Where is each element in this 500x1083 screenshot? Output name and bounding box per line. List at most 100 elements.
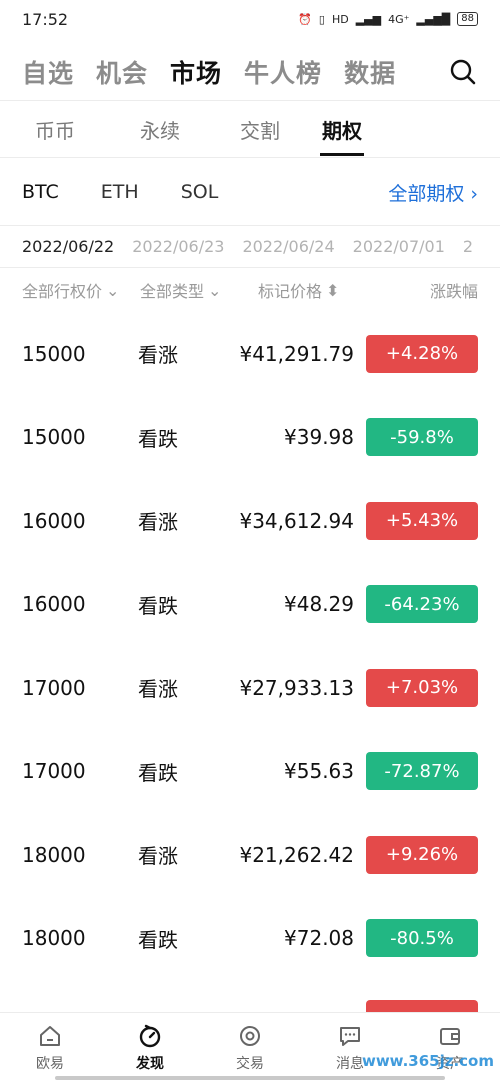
tab-market[interactable]: 市场 [170, 54, 222, 90]
home-icon [40, 1026, 60, 1046]
subtab-options[interactable]: 期权 [320, 100, 364, 158]
mark-price: ¥41,291.79 [239, 341, 354, 366]
option-type: 看涨 [138, 677, 178, 702]
coin-sol[interactable]: SOL [181, 181, 219, 203]
bottom-nav: 欧易 发现 交易 消息 资产 [0, 1012, 500, 1083]
top-nav: 自选 机会 市场 牛人榜 数据 [0, 44, 500, 100]
status-icons: ⏰ ▯ HD ▂▄▆ 4G⁺ ▂▄▆█ 88 [298, 12, 478, 26]
mark-price: ¥21,262.42 [239, 842, 354, 867]
strike-price: 17000 [22, 675, 86, 700]
change-badge: +5.43% [366, 501, 478, 540]
discover-icon [139, 1024, 161, 1048]
list-item[interactable]: 16000 看涨 ¥34,612.94 +5.43% [0, 479, 500, 563]
sort-change-label: 涨跌幅 [429, 282, 478, 301]
change-badge: -80.5% [366, 919, 478, 958]
change-badge: -72.87% [366, 752, 478, 791]
strike-price: 15000 [22, 425, 86, 450]
strike-price: 18000 [22, 842, 86, 867]
mark-price: ¥48.29 [284, 592, 354, 617]
network-label: 4G⁺ [388, 12, 410, 26]
battery-icon: 88 [457, 12, 478, 26]
option-type: 看涨 [138, 343, 178, 368]
sub-tabs: 币币 永续 交割 期权 [0, 100, 500, 158]
tab-data[interactable]: 数据 [344, 54, 396, 90]
nav-label: 发现 [136, 1056, 164, 1072]
filter-row: 全部行权价 ⌄ 全部类型 ⌄ 标记价格 ⬍ 涨跌幅 [0, 272, 500, 308]
trade-icon [240, 1026, 260, 1046]
change-badge: +9.26% [366, 835, 478, 874]
tab-watchlist[interactable]: 自选 [22, 54, 74, 90]
tab-leaderboard[interactable]: 牛人榜 [244, 54, 322, 90]
home-indicator[interactable] [55, 1076, 445, 1080]
change-badge: -64.23% [366, 585, 478, 624]
strike-price: 16000 [22, 592, 86, 617]
list-item[interactable]: 16000 看跌 ¥48.29 -64.23% [0, 563, 500, 647]
sort-icon: ⬍ [326, 280, 340, 300]
subtab-futures[interactable]: 交割 [210, 100, 310, 158]
date-tab[interactable]: 2022/07/01 [353, 237, 445, 256]
filter-strike-label: 全部行权价 [22, 282, 103, 301]
signal-icon-2: ▂▄▆█ [416, 12, 451, 26]
list-item[interactable]: 15000 看涨 ¥41,291.79 +4.28% [0, 312, 500, 396]
change-badge: +4.28% [366, 334, 478, 373]
list-item[interactable]: 17000 看涨 ¥27,933.13 +7.03% [0, 646, 500, 730]
option-type: 看涨 [138, 510, 178, 535]
all-options-link[interactable]: 全部期权 › [388, 179, 478, 206]
sort-change[interactable]: 涨跌幅 [430, 278, 478, 302]
expiry-dates: 2022/06/22 2022/06/23 2022/06/24 2022/07… [0, 226, 500, 266]
date-tab[interactable]: 2022/06/24 [242, 237, 334, 256]
signal-icon: ▂▄▆ [355, 12, 382, 26]
option-type: 看跌 [138, 426, 178, 451]
wallet-icon [440, 1028, 460, 1045]
strike-price: 16000 [22, 508, 86, 533]
mark-price: ¥34,612.94 [239, 508, 354, 533]
chevron-down-icon: ⌄ [208, 280, 222, 300]
nav-assets[interactable]: 资产 [400, 1013, 500, 1083]
watermark: www.365jz.com [361, 1052, 494, 1070]
list-item[interactable]: 18000 看跌 ¥72.08 -80.5% [0, 897, 500, 981]
change-badge: -59.8% [366, 418, 478, 457]
list-item[interactable]: 18000 看涨 ¥21,262.42 +9.26% [0, 813, 500, 897]
strike-price: 15000 [22, 341, 86, 366]
vibrate-icon: ▯ [318, 12, 325, 26]
change-badge: +7.03% [366, 668, 478, 707]
mark-price: ¥55.63 [284, 759, 354, 784]
date-tab[interactable]: 2 [463, 237, 473, 256]
options-list: 15000 看涨 ¥41,291.79 +4.28% 15000 看跌 ¥39.… [0, 312, 500, 980]
nav-label: 欧易 [36, 1056, 64, 1072]
list-item[interactable]: 17000 看跌 ¥55.63 -72.87% [0, 730, 500, 814]
nav-label: 消息 [336, 1056, 364, 1072]
filter-type-label: 全部类型 [140, 282, 205, 301]
nav-label: 交易 [236, 1056, 264, 1072]
mark-price: ¥27,933.13 [239, 675, 354, 700]
option-type: 看跌 [138, 927, 178, 952]
subtab-spot[interactable]: 币币 [0, 100, 110, 158]
chevron-down-icon: ⌄ [106, 280, 120, 300]
nav-okx[interactable]: 欧易 [0, 1013, 100, 1083]
strike-price: 17000 [22, 759, 86, 784]
nav-discover[interactable]: 发现 [100, 1013, 200, 1083]
date-tab[interactable]: 2022/06/23 [132, 237, 224, 256]
strike-price: 18000 [22, 926, 86, 951]
status-time: 17:52 [22, 9, 69, 29]
message-icon [340, 1027, 360, 1046]
sort-mark-price-label: 标记价格 [258, 282, 323, 301]
filter-type[interactable]: 全部类型 ⌄ [140, 278, 258, 302]
mark-price: ¥39.98 [284, 425, 354, 450]
sort-mark-price[interactable]: 标记价格 ⬍ [258, 278, 398, 302]
tab-opportunity[interactable]: 机会 [96, 54, 148, 90]
option-type: 看涨 [138, 844, 178, 869]
list-item[interactable]: 15000 看跌 ¥39.98 -59.8% [0, 396, 500, 480]
nav-messages[interactable]: 消息 [300, 1013, 400, 1083]
subtab-perpetual[interactable]: 永续 [110, 100, 210, 158]
coin-eth[interactable]: ETH [101, 181, 139, 203]
filter-strike[interactable]: 全部行权价 ⌄ [22, 278, 140, 302]
coin-selector: BTC ETH SOL 全部期权 › [0, 158, 500, 226]
date-tab[interactable]: 2022/06/22 [22, 237, 114, 256]
search-icon[interactable] [448, 57, 478, 87]
nav-trade[interactable]: 交易 [200, 1013, 300, 1083]
coin-btc[interactable]: BTC [22, 181, 59, 203]
mark-price: ¥72.08 [284, 926, 354, 951]
divider [0, 267, 500, 268]
hd-icon: HD [331, 12, 349, 26]
